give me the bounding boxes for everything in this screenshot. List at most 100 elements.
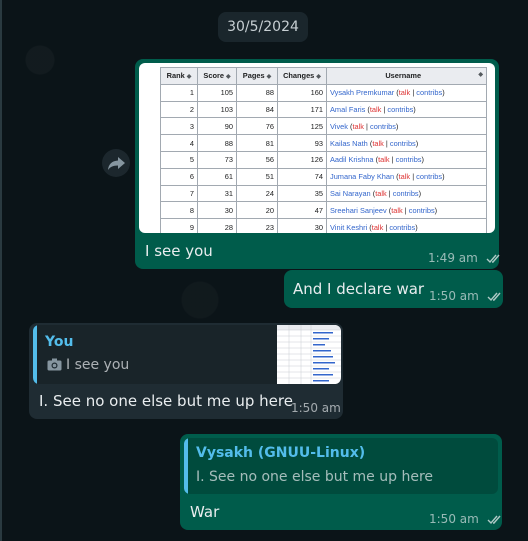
link-separator: |	[404, 205, 407, 215]
rank-cell: 5	[160, 150, 198, 169]
double-check-icon	[487, 292, 501, 302]
table-row: 7 31 24 35 Sai Narayan (talk | contribs)	[160, 184, 487, 203]
talk-link[interactable]: talk	[378, 155, 390, 164]
quoted-message[interactable]: Vysakh (GNUU-Linux) I. See no one else b…	[184, 438, 498, 494]
image-caption: I see you	[145, 242, 213, 260]
message-bubble-war[interactable]: Vysakh (GNUU-Linux) I. See no one else b…	[180, 434, 502, 530]
message-time: 1:50 am	[429, 289, 504, 303]
talk-link[interactable]: talk	[399, 88, 411, 97]
username-cell: Vinit Keshri (talk | contribs)	[326, 218, 487, 233]
double-check-icon	[487, 515, 501, 525]
rank-cell: 3	[160, 117, 198, 136]
screenshot-image[interactable]: Rank ◆ Score ◆ Pages ◆ Changes ◆ Username ◆ 1…	[139, 63, 495, 233]
talk-link[interactable]: talk	[372, 223, 384, 232]
contribs-link[interactable]: contribs	[387, 105, 413, 114]
table-row: 3 90 76 125 Vivek (talk | contribs)	[160, 117, 487, 136]
link-separator: |	[385, 138, 388, 148]
changes-cell: 126	[277, 150, 327, 169]
col-changes: Changes ◆	[277, 67, 327, 85]
changes-cell: 30	[277, 218, 327, 233]
talk-link[interactable]: talk	[375, 189, 387, 198]
link-separator: |	[412, 88, 415, 98]
pages-cell: 81	[236, 134, 278, 152]
pages-cell: 76	[236, 117, 278, 136]
username-cell: Sreehari Sanjeev (talk | contribs)	[326, 201, 487, 220]
username-cell: Vysakh Premkumar (talk | contribs)	[326, 83, 487, 102]
quote-author: You	[45, 334, 74, 350]
contribs-link[interactable]: contribs	[389, 223, 415, 232]
username-link[interactable]: Vinit Keshri	[330, 223, 367, 232]
pages-cell: 24	[236, 184, 278, 203]
talk-link[interactable]: talk	[352, 122, 364, 131]
link-separator: |	[383, 104, 386, 114]
username-link[interactable]: Jumana Faby Khan	[330, 172, 394, 181]
score-cell: 31	[197, 184, 237, 203]
link-separator: |	[412, 172, 415, 182]
rank-cell: 4	[160, 134, 198, 152]
score-cell: 28	[197, 218, 237, 233]
changes-cell: 171	[277, 100, 327, 119]
username-cell: Aadil Krishna (talk | contribs)	[326, 150, 487, 169]
contribs-link[interactable]: contribs	[416, 172, 442, 181]
col-pages: Pages ◆	[236, 67, 278, 85]
table-row: 5 73 56 126 Aadil Krishna (talk | contribs)	[160, 150, 487, 169]
contribs-link[interactable]: contribs	[370, 122, 396, 131]
leaderboard-table: Rank ◆ Score ◆ Pages ◆ Changes ◆ Username ◆ 1…	[160, 67, 487, 233]
message-time: 1:49 am	[428, 251, 503, 265]
username-link[interactable]: Aadil Krishna	[330, 155, 374, 164]
image-message-bubble[interactable]: Rank ◆ Score ◆ Pages ◆ Changes ◆ Username ◆ 1…	[135, 59, 500, 269]
score-cell: 88	[197, 134, 237, 152]
quote-text: I. See no one else but me up here	[196, 469, 434, 485]
score-cell: 61	[197, 167, 237, 186]
score-cell: 73	[197, 150, 237, 169]
col-score: Score ◆	[197, 67, 237, 85]
rank-cell: 8	[160, 201, 198, 220]
rank-cell: 1	[160, 83, 198, 102]
username-link[interactable]: Sreehari Sanjeev	[330, 206, 387, 215]
username-cell: Amal Faris (talk | contribs)	[326, 100, 487, 119]
message-time: 1:50 am	[291, 401, 341, 415]
pages-cell: 51	[236, 167, 278, 186]
rank-cell: 2	[160, 100, 198, 119]
rank-cell: 9	[160, 218, 198, 233]
double-check-icon	[486, 254, 500, 264]
quote-text: I see you	[66, 357, 130, 373]
username-cell: Vivek (talk | contribs)	[326, 117, 487, 136]
table-row: 8 30 20 47 Sreehari Sanjeev (talk | contribs…	[160, 201, 487, 220]
talk-link[interactable]: talk	[370, 105, 382, 114]
changes-cell: 74	[277, 167, 327, 186]
username-link[interactable]: Kailas Nath	[330, 139, 368, 148]
link-separator: |	[366, 121, 368, 131]
table-row: 4 88 81 93 Kailas Nath (talk | contribs)	[160, 134, 487, 152]
quote-accent-bar	[184, 438, 188, 494]
contribs-link[interactable]: contribs	[416, 88, 442, 97]
table-row: 2 103 84 171 Amal Faris (talk | contribs)	[160, 100, 487, 119]
contribs-link[interactable]: contribs	[409, 206, 435, 215]
score-cell: 90	[197, 117, 237, 136]
score-cell: 30	[197, 201, 237, 220]
contribs-link[interactable]: contribs	[396, 155, 422, 164]
link-separator: |	[385, 222, 388, 232]
message-text: I. See no one else but me up here	[39, 392, 293, 410]
quoted-message[interactable]: You I see you	[33, 325, 341, 384]
talk-link[interactable]: talk	[372, 139, 384, 148]
message-bubble-declare[interactable]: And I declare war 1:50 am	[284, 270, 503, 308]
col-rank: Rank ◆	[160, 67, 198, 85]
username-link[interactable]: Sai Narayan	[330, 189, 371, 198]
quote-thumbnail	[277, 325, 341, 384]
contribs-link[interactable]: contribs	[393, 189, 419, 198]
pages-cell: 20	[236, 201, 278, 220]
pages-cell: 23	[236, 218, 278, 233]
talk-link[interactable]: talk	[399, 172, 411, 181]
username-link[interactable]: Amal Faris	[330, 105, 365, 114]
talk-link[interactable]: talk	[391, 206, 403, 215]
table-row: 6 61 51 74 Jumana Faby Khan (talk | contribs…	[160, 167, 487, 186]
date-chip: 30/5/2024	[218, 12, 308, 42]
quote-accent-bar	[33, 325, 37, 384]
username-link[interactable]: Vivek	[330, 122, 348, 131]
message-bubble-reply[interactable]: You I see you I. See no one else but me …	[29, 323, 343, 419]
username-link[interactable]: Vysakh Premkumar	[330, 88, 394, 97]
message-text: And I declare war	[293, 280, 425, 298]
contribs-link[interactable]: contribs	[390, 139, 416, 148]
forward-button[interactable]	[102, 149, 130, 177]
